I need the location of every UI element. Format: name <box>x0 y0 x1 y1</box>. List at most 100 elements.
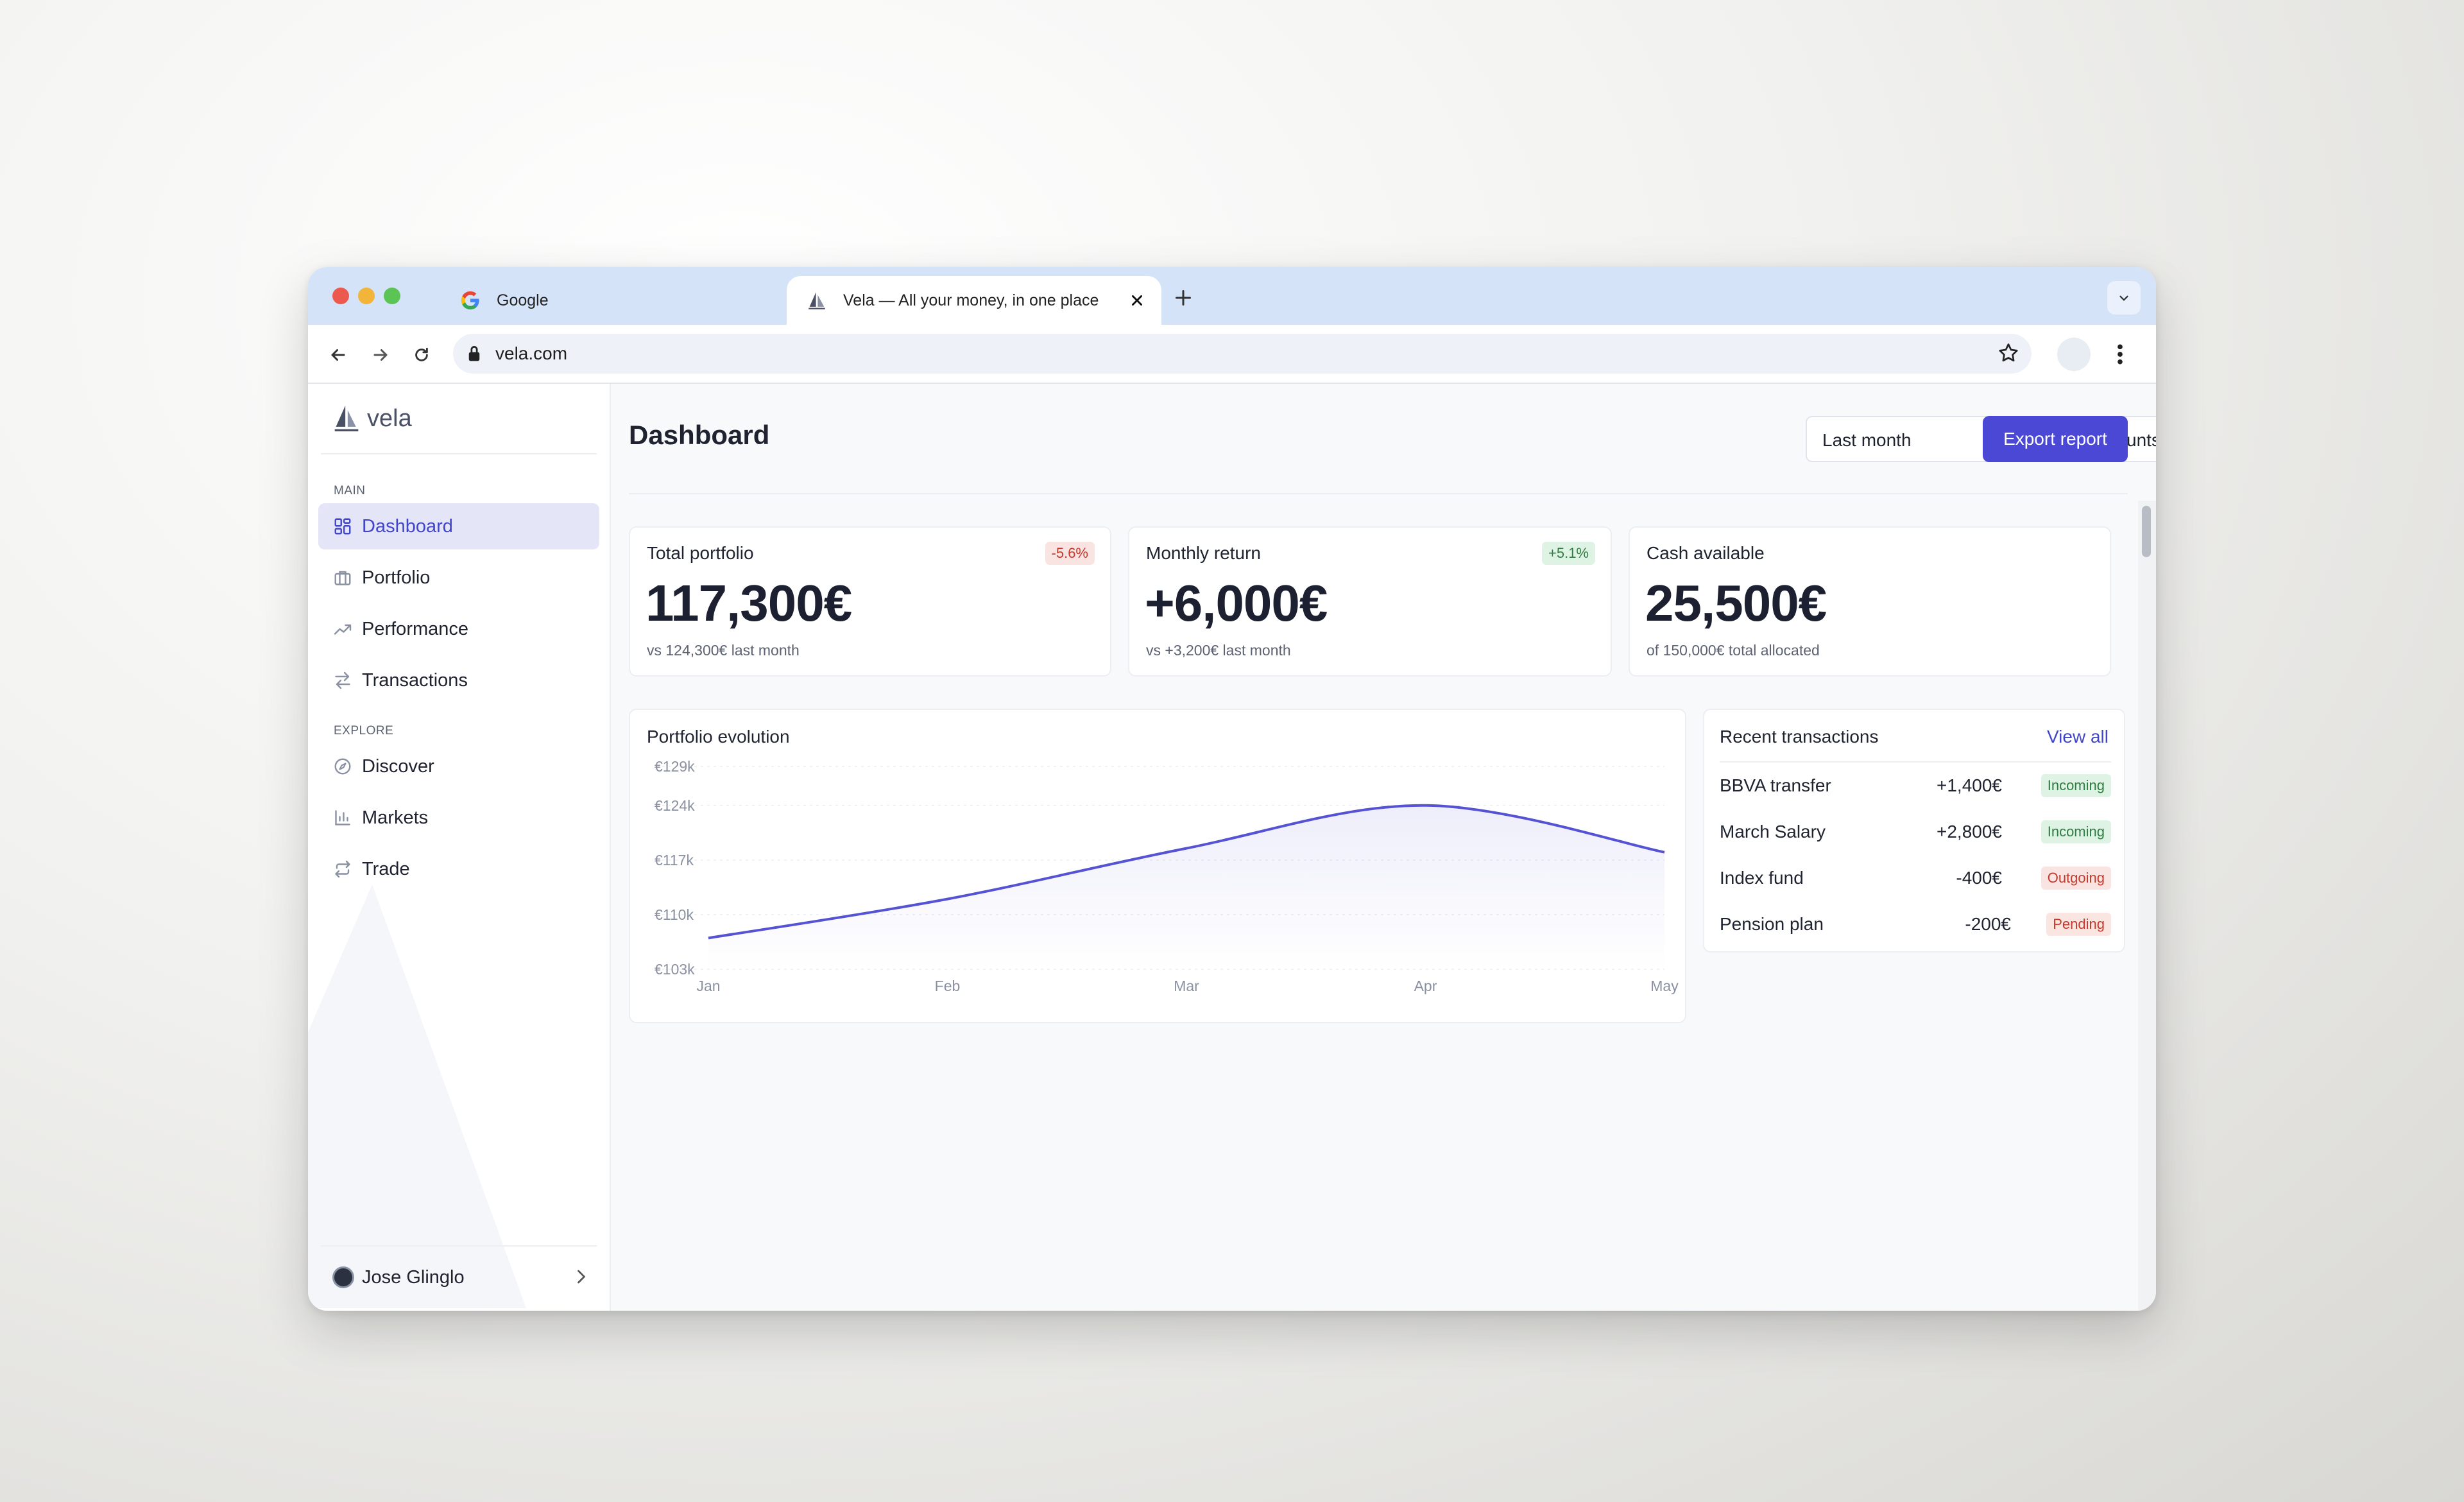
repeat-icon <box>331 858 354 881</box>
transaction-name: BBVA transfer <box>1720 775 1831 795</box>
section-label-main: MAIN <box>334 484 366 497</box>
transaction-row[interactable]: Pension plan -200€ Pending <box>1720 908 2111 940</box>
url-text: vela.com <box>495 343 568 363</box>
sidebar-divider <box>321 453 597 454</box>
x-tick-label: Mar <box>1174 978 1199 994</box>
transaction-amount: +1,400€ <box>1937 775 2002 795</box>
more-vertical-icon[interactable] <box>2105 339 2135 370</box>
kpi-card-cash-available: Cash available 25,500€ of 150,000€ total… <box>1629 526 2111 677</box>
transaction-name: Index fund <box>1720 868 1804 888</box>
browser-window: Google Vela — All your money, in one pla… <box>308 267 2156 1311</box>
sidebar-divider <box>321 1245 597 1247</box>
kpi-value: +6,000€ <box>1145 574 1328 632</box>
maximize-window-button[interactable] <box>384 288 400 304</box>
forward-arrow-icon[interactable] <box>366 340 395 370</box>
status-badge: Incoming <box>2041 774 2111 797</box>
x-tick-label: May <box>1650 978 1679 994</box>
tab-google[interactable]: Google <box>440 276 825 325</box>
transaction-name: March Salary <box>1720 822 1826 842</box>
sidebar-item-discover[interactable]: Discover <box>318 743 599 790</box>
sidebar-item-label: Performance <box>362 618 469 639</box>
transactions-title: Recent transactions <box>1720 727 1879 747</box>
sidebar-item-portfolio[interactable]: Portfolio <box>318 555 599 601</box>
scrollbar-thumb[interactable] <box>2142 506 2151 557</box>
kpi-subtext: vs 124,300€ last month <box>647 642 800 659</box>
sidebar: vela MAIN Dashboard Portfolio Performanc… <box>308 384 611 1311</box>
sidebar-item-label: Transactions <box>362 669 468 691</box>
brand-logo[interactable]: vela <box>332 403 412 434</box>
page-title: Dashboard <box>629 420 770 450</box>
minimize-window-button[interactable] <box>358 288 375 304</box>
close-window-button[interactable] <box>332 288 349 304</box>
compass-icon <box>331 755 354 778</box>
sidebar-item-label: Markets <box>362 807 429 828</box>
user-menu[interactable]: Jose Glinglo <box>332 1258 589 1297</box>
y-tick-label: €103k <box>654 961 695 978</box>
sailboat-icon <box>334 405 359 431</box>
y-tick-label: €124k <box>654 797 695 814</box>
trending-up-icon <box>331 617 354 641</box>
bookmark-star-icon[interactable] <box>1997 341 2020 368</box>
brand-name: vela <box>367 404 412 432</box>
close-icon[interactable] <box>1125 289 1149 312</box>
swap-icon <box>331 669 354 692</box>
transaction-row[interactable]: Index fund -400€ Outgoing <box>1720 861 2111 893</box>
page-scrollbar[interactable] <box>2138 501 2156 1311</box>
tab-title: Google <box>497 291 549 309</box>
tab-search-chevron-icon[interactable] <box>2107 281 2141 315</box>
transaction-row[interactable]: BBVA transfer +1,400€ Incoming <box>1720 769 2111 801</box>
sidebar-item-markets[interactable]: Markets <box>318 795 599 841</box>
sail-watermark-icon <box>308 885 526 1308</box>
browser-toolbar: vela.com <box>308 325 2156 384</box>
user-name: Jose Glinglo <box>362 1266 465 1288</box>
sidebar-item-label: Portfolio <box>362 567 431 588</box>
tab-title: Vela — All your money, in one place <box>843 291 1099 309</box>
app-content: vela MAIN Dashboard Portfolio Performanc… <box>308 384 2156 1311</box>
x-tick-label: Feb <box>935 978 961 994</box>
kpi-label: Monthly return <box>1146 543 1261 563</box>
briefcase-icon <box>331 566 354 589</box>
status-badge: +5.1% <box>1542 542 1595 565</box>
sidebar-item-label: Discover <box>362 755 434 777</box>
period-select-value: Last month <box>1822 430 1912 450</box>
sidebar-item-performance[interactable]: Performance <box>318 606 599 652</box>
recent-transactions-card: Recent transactions View all BBVA transf… <box>1703 709 2125 953</box>
address-bar[interactable]: vela.com <box>453 334 2032 374</box>
back-arrow-icon[interactable] <box>323 340 353 370</box>
kpi-label: Cash available <box>1647 543 1765 563</box>
x-tick-label: Apr <box>1414 978 1437 994</box>
transaction-amount: +2,800€ <box>1937 822 2002 842</box>
sidebar-item-label: Dashboard <box>362 515 453 537</box>
new-tab-plus-icon[interactable] <box>1170 285 1196 311</box>
bar-chart-icon <box>331 806 354 829</box>
sidebar-item-label: Trade <box>362 858 410 879</box>
kpi-value: 25,500€ <box>1645 574 1827 632</box>
reload-icon[interactable] <box>407 340 436 370</box>
status-badge: Pending <box>2046 913 2111 936</box>
status-badge: Incoming <box>2041 820 2111 843</box>
kpi-subtext: of 150,000€ total allocated <box>1647 642 1820 659</box>
google-icon <box>458 288 483 313</box>
status-badge: -5.6% <box>1045 542 1095 565</box>
view-all-link[interactable]: View all <box>2047 727 2109 747</box>
tab-vela[interactable]: Vela — All your money, in one place <box>787 276 1161 325</box>
profile-avatar[interactable] <box>2057 338 2091 371</box>
kpi-card-total-portfolio: Total portfolio -5.6% 117,300€ vs 124,30… <box>629 526 1111 677</box>
grid-icon <box>331 515 354 538</box>
kpi-label: Total portfolio <box>647 543 754 563</box>
x-tick-label: Jan <box>696 978 720 994</box>
sidebar-item-trade[interactable]: Trade <box>318 846 599 892</box>
transaction-row[interactable]: March Salary +2,800€ Incoming <box>1720 815 2111 847</box>
sidebar-item-dashboard[interactable]: Dashboard <box>318 503 599 549</box>
avatar <box>332 1266 354 1288</box>
transaction-amount: -400€ <box>1956 868 2002 888</box>
series-area <box>708 805 1664 969</box>
sidebar-item-transactions[interactable]: Transactions <box>318 657 599 704</box>
tab-strip: Google Vela — All your money, in one pla… <box>308 267 2156 325</box>
line-chart: €129k €124k €117k €110k €103kJan Feb Mar Apr May <box>654 758 1679 994</box>
main-panel: Dashboard Last month All accounts Total … <box>612 384 2156 1311</box>
transactions-divider <box>1720 761 2111 763</box>
export-report-button[interactable]: Export report <box>1983 416 2128 462</box>
chevron-right-icon <box>574 1267 589 1290</box>
header-divider <box>629 493 2128 494</box>
